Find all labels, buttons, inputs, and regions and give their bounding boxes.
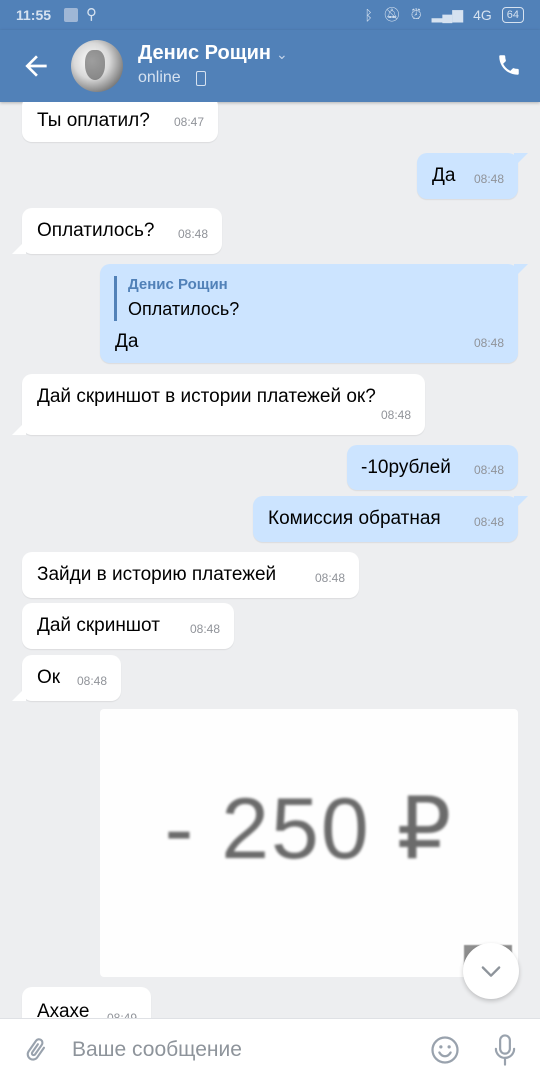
message-text: Ок xyxy=(37,667,61,688)
message-text: Оплатилось? xyxy=(37,220,155,241)
message-time: 08:48 xyxy=(473,463,504,477)
message-input[interactable] xyxy=(72,1035,412,1065)
photo-amount-text: - 250 ₽ xyxy=(164,781,454,877)
message-text: Да xyxy=(115,331,139,352)
notification-icon xyxy=(64,8,78,22)
message-text: Зайди в историю платежей xyxy=(37,564,277,585)
battery-icon: 64 xyxy=(501,6,524,23)
attachment-icon[interactable] xyxy=(22,1035,50,1065)
bluetooth-icon: ᛒ xyxy=(364,6,373,23)
message-text: Дай скриншот xyxy=(37,615,160,636)
message-text: -10рублей xyxy=(361,457,451,478)
search-status-icon: ⚲ xyxy=(86,6,97,23)
status-time: 11:55 xyxy=(16,7,52,23)
message-incoming[interactable]: Ты оплатил? 08:47 xyxy=(22,102,218,142)
message-text: Дай скриншот в истории платежей ок? xyxy=(37,386,376,407)
message-incoming[interactable]: Дай скриншот в истории платежей ок? 08:4… xyxy=(22,374,425,435)
message-time: 08:48 xyxy=(314,571,345,585)
message-incoming[interactable]: Зайди в историю платежей 08:48 xyxy=(22,552,359,598)
call-icon[interactable] xyxy=(496,52,522,78)
message-time: 08:48 xyxy=(473,336,504,350)
mobile-online-icon xyxy=(196,71,206,86)
message-text: Ты оплатил? xyxy=(37,110,150,131)
message-text: Да xyxy=(432,165,456,186)
back-arrow-icon[interactable] xyxy=(20,50,52,82)
quote-text: Оплатилось? xyxy=(128,299,240,319)
contact-status: online xyxy=(138,69,181,86)
message-incoming[interactable]: Оплатилось? 08:48 xyxy=(22,208,222,254)
network-type: 4G xyxy=(473,6,492,23)
message-time: 08:48 xyxy=(189,622,220,636)
message-time: 08:48 xyxy=(380,408,411,422)
quote-author: Денис Рощин xyxy=(128,276,228,293)
mute-icon: 🔕︎ xyxy=(382,6,401,22)
message-incoming[interactable]: Ок 08:48 xyxy=(22,655,121,701)
message-incoming[interactable]: Дай скриншот 08:48 xyxy=(22,603,234,649)
chevron-down-icon xyxy=(481,966,501,977)
chevron-down-icon[interactable]: ⌄ xyxy=(276,46,288,63)
message-time: 08:48 xyxy=(473,172,504,186)
message-time: 08:48 xyxy=(76,674,107,688)
message-time: 08:48 xyxy=(473,515,504,529)
emoji-icon[interactable] xyxy=(430,1035,460,1065)
message-time: 08:47 xyxy=(173,115,204,129)
message-text: Комиссия обратная xyxy=(268,508,441,529)
signal-icon: ▂▄▆ xyxy=(431,6,464,22)
message-time: 08:48 xyxy=(177,227,208,241)
message-outgoing[interactable]: Комиссия обратная 08:48 xyxy=(253,496,518,542)
message-outgoing[interactable]: Да 08:48 xyxy=(417,153,518,199)
chat-header: Денис Рощин ⌄ online xyxy=(0,30,540,102)
message-list[interactable]: Ты оплатил? 08:47 Да 08:48 Оплатилось? 0… xyxy=(0,102,540,1018)
message-input-bar xyxy=(0,1018,540,1081)
message-outgoing-reply[interactable]: Денис Рощин Оплатилось? Да 08:48 xyxy=(100,264,518,363)
avatar[interactable] xyxy=(71,40,123,92)
status-bar: 11:55 ⚲ ᛒ 🔕︎ ⏰︎ ▂▄▆ 4G 64 xyxy=(0,0,540,30)
photo-attachment[interactable]: - 250 ₽ xyxy=(100,709,518,977)
contact-name[interactable]: Денис Рощин xyxy=(138,42,271,65)
message-incoming[interactable]: Ахахе 08:49 xyxy=(22,987,151,1018)
message-text: Ахахе xyxy=(37,1001,90,1018)
status-icons: ᛒ 🔕︎ ⏰︎ ▂▄▆ 4G 64 xyxy=(364,6,524,23)
message-outgoing[interactable]: -10рублей 08:48 xyxy=(347,445,518,490)
alarm-icon: ⏰︎ xyxy=(410,6,422,22)
scroll-down-button[interactable] xyxy=(463,943,519,999)
reply-quote[interactable]: Денис Рощин Оплатилось? xyxy=(114,276,239,321)
microphone-icon[interactable] xyxy=(492,1033,518,1067)
message-time: 08:49 xyxy=(106,1011,137,1018)
